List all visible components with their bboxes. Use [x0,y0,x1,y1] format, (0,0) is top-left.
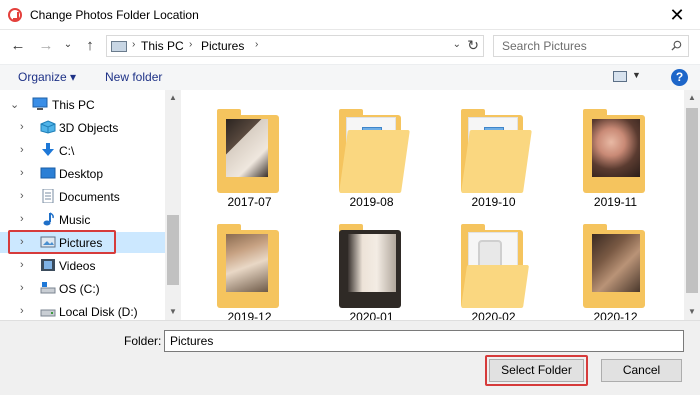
scroll-up-icon[interactable]: ▲ [165,93,181,102]
sidebar-item-label: Desktop [59,167,104,181]
collapse-chevron-icon[interactable]: › [20,144,24,156]
breadcrumb-pictures[interactable]: Pictures [201,39,244,53]
navigation-pane: ⌄ This PC › 3D Objects › C:\ › Desktop ›… [0,90,180,320]
refresh-icon[interactable]: ↻ [467,37,479,54]
sidebar-item-music[interactable]: › Music [0,209,165,230]
download-arrow-icon [42,143,54,156]
sidebar-item-os-c[interactable]: › OS (C:) [0,278,165,299]
desktop-icon [40,167,56,179]
help-icon[interactable]: ? [671,69,688,86]
folder-name: 2017-07 [227,195,272,209]
folder-view: 2017-07 2019-08 2019-10 2019-11 2019-12 … [182,90,684,324]
folder-item[interactable]: 2020-01 [304,210,404,324]
drive-icon [40,309,56,317]
search-input[interactable]: Search Pictures [502,39,587,53]
title-bar: Change Photos Folder Location ✕ [0,0,700,30]
collapse-chevron-icon[interactable]: › [20,190,24,202]
folder-item[interactable]: 2017-07 [182,95,282,209]
folder-item[interactable]: 2019-08 [304,95,410,209]
sidebar-item-local-disk-d[interactable]: › Local Disk (D:) [0,301,165,322]
photo-thumbnail [226,234,268,292]
sidebar-item-3d-objects[interactable]: › 3D Objects [0,117,165,138]
sidebar-item-desktop[interactable]: › Desktop [0,163,165,184]
search-icon[interactable] [671,40,682,51]
sidebar-item-videos[interactable]: › Videos [0,255,165,276]
sidebar-item-label: This PC [52,98,95,112]
music-note-icon [43,212,54,226]
photo-thumbnail [592,234,640,292]
folder-item[interactable]: 2019-10 [426,95,532,209]
search-box[interactable]: Search Pictures [493,35,689,57]
sidebar-item-label: C:\ [59,144,75,158]
collapse-chevron-icon[interactable]: › [20,121,24,133]
address-bar[interactable]: › This PC › Pictures › ⌄ ↻ [106,35,484,57]
breadcrumb-this-pc[interactable]: This PC [141,39,184,53]
photo-thumbnail [348,234,396,292]
folder-field[interactable] [164,330,684,352]
collapse-chevron-icon[interactable]: › [20,282,24,294]
folder-name: 2019-10 [471,195,516,209]
sidebar-item-label: Videos [59,259,96,273]
folder-front [339,130,410,193]
folder-field-label: Folder: [124,334,162,348]
folder-front [461,130,532,193]
close-button[interactable]: ✕ [654,0,700,30]
breadcrumb-separator[interactable]: › [255,39,258,50]
collapse-chevron-icon[interactable]: › [20,167,24,179]
forward-arrow-icon[interactable]: → [38,37,54,54]
cancel-button[interactable]: Cancel [601,359,682,382]
sidebar-scrollbar[interactable]: ▲ ▼ [165,90,181,320]
organize-button[interactable]: Organize ▾ [18,70,76,84]
sidebar-item-label: Documents [59,190,120,204]
photo-thumbnail [592,119,640,177]
sidebar-scroll-thumb[interactable] [167,215,179,285]
cube-3d-icon [40,120,56,134]
scroll-up-icon[interactable]: ▲ [684,93,700,102]
collapse-chevron-icon[interactable]: › [20,259,24,271]
sidebar-item-label: Music [59,213,91,227]
itunes-icon [8,8,22,22]
back-arrow-icon[interactable]: ← [10,37,26,54]
up-arrow-icon[interactable]: ↑ [82,37,98,54]
window-title: Change Photos Folder Location [30,8,199,22]
breadcrumb-separator[interactable]: › [132,39,135,50]
sidebar-item-documents[interactable]: › Documents [0,186,165,207]
folder-item[interactable]: 2019-12 [182,210,282,324]
expand-chevron-icon[interactable]: ⌄ [10,98,19,111]
sidebar-item-label: OS (C:) [59,282,100,296]
view-options-icon[interactable] [613,71,627,82]
command-bar: Organize ▾ New folder ▼ ? [0,64,700,90]
folder-item[interactable]: 2019-11 [548,95,648,209]
address-dropdown-icon[interactable]: ⌄ [453,39,461,50]
videos-icon [41,259,55,271]
pictures-highlight-annotation [8,230,116,254]
os-drive-icon [40,282,56,294]
scroll-down-icon[interactable]: ▼ [684,307,700,316]
collapse-chevron-icon[interactable]: › [20,213,24,225]
sidebar-item-label: 3D Objects [59,121,119,135]
select-folder-button[interactable]: Select Folder [489,359,584,382]
sidebar-item-c-drive[interactable]: › C:\ [0,140,165,161]
computer-icon [32,97,48,110]
folder-item[interactable]: 2020-12 [548,210,648,324]
folder-item[interactable]: 2020-02 [426,210,530,324]
new-folder-button[interactable]: New folder [105,70,162,84]
recent-locations-icon[interactable]: ⌄ [60,39,76,50]
content-scrollbar[interactable]: ▲ ▼ [684,90,700,320]
folder-name: 2019-08 [349,195,394,209]
sidebar-item-label: Local Disk (D:) [59,305,138,319]
folder-name: 2019-11 [593,195,638,209]
documents-icon [42,189,54,203]
content-scroll-thumb[interactable] [686,108,698,293]
scroll-down-icon[interactable]: ▼ [165,307,181,316]
sidebar-item-this-pc[interactable]: ⌄ This PC [0,94,165,115]
folder-front [217,130,288,193]
pictures-location-icon [111,41,127,52]
view-options-dropdown-icon[interactable]: ▼ [632,70,641,80]
folder-front [461,265,530,308]
breadcrumb-separator[interactable]: › [189,39,192,50]
collapse-chevron-icon[interactable]: › [20,305,24,317]
